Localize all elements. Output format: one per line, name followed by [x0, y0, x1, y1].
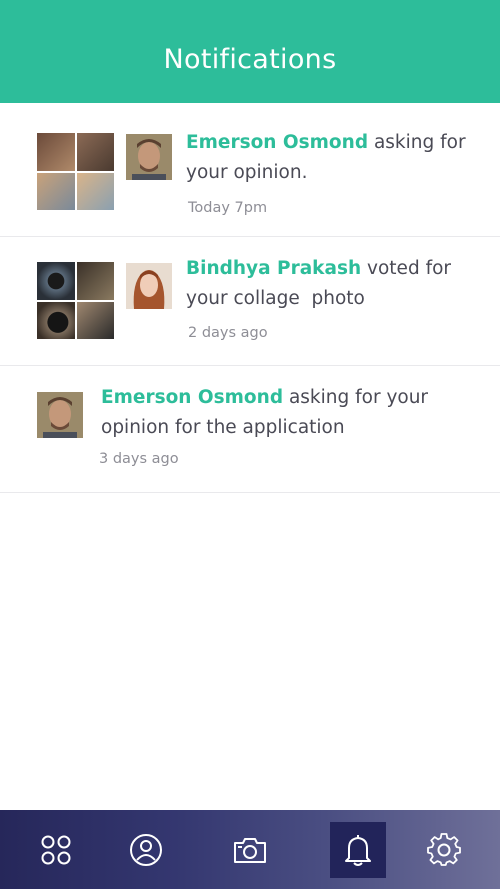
- notification-message: asking for your: [283, 387, 429, 408]
- profile-icon: [130, 834, 162, 866]
- user-name[interactable]: Bindhya Prakash: [186, 258, 361, 279]
- notification-message-cont: opinion for the application: [101, 417, 345, 438]
- notification-message: voted for: [361, 258, 452, 279]
- gear-icon: [427, 833, 461, 866]
- avatar[interactable]: [126, 263, 172, 309]
- notification-text: Emerson Osmond asking for your opinion f…: [101, 383, 428, 443]
- timestamp: 2 days ago: [188, 325, 268, 341]
- bottom-tab-bar: [0, 810, 500, 889]
- notification-message-cont: your opinion.: [186, 162, 308, 183]
- avatar[interactable]: [37, 392, 83, 438]
- grid-icon: [41, 835, 71, 865]
- notification-text: Emerson Osmond asking for your opinion.: [186, 128, 466, 188]
- timestamp: 3 days ago: [99, 451, 179, 467]
- timestamp: Today 7pm: [188, 200, 268, 216]
- tab-notifications[interactable]: [330, 822, 386, 878]
- camera-icon: [234, 838, 266, 863]
- collage-thumbnail[interactable]: [37, 133, 114, 210]
- notification-text: Bindhya Prakash voted for your collage p…: [186, 254, 451, 314]
- notification-item[interactable]: Emerson Osmond asking for your opinion. …: [0, 103, 500, 237]
- bell-icon: [345, 835, 371, 866]
- header-bar: Notifications: [0, 0, 500, 103]
- tab-camera[interactable]: [222, 822, 278, 878]
- tab-settings[interactable]: [416, 822, 472, 878]
- collage-thumbnail[interactable]: [37, 262, 114, 339]
- notifications-list: Emerson Osmond asking for your opinion. …: [0, 103, 500, 493]
- page-title: Notifications: [163, 44, 337, 75]
- user-name[interactable]: Emerson Osmond: [101, 387, 283, 408]
- notification-message-cont: your collage photo: [186, 288, 365, 309]
- tab-profile[interactable]: [118, 822, 174, 878]
- notification-message: asking for: [368, 132, 466, 153]
- user-name[interactable]: Emerson Osmond: [186, 132, 368, 153]
- notification-item[interactable]: Emerson Osmond asking for your opinion f…: [0, 366, 500, 493]
- avatar[interactable]: [126, 134, 172, 180]
- tab-home[interactable]: [28, 822, 84, 878]
- notification-item[interactable]: Bindhya Prakash voted for your collage p…: [0, 237, 500, 366]
